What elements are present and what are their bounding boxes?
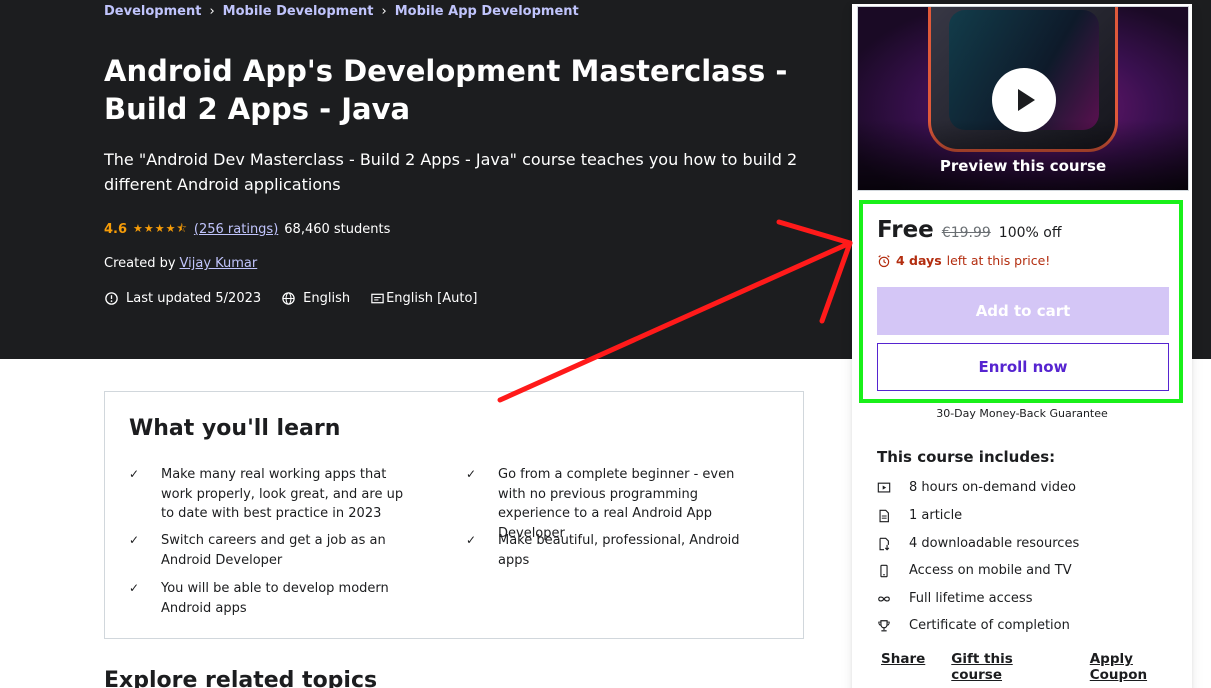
check-icon: ✓ bbox=[129, 467, 140, 481]
include-text: Access on mobile and TV bbox=[909, 563, 1072, 578]
ratings-count-link[interactable]: (256 ratings) bbox=[194, 222, 278, 237]
trophy-icon bbox=[878, 619, 890, 631]
course-preview[interactable]: Preview this course bbox=[857, 6, 1189, 191]
play-icon[interactable] bbox=[992, 68, 1056, 132]
rating-row: 4.6 ★★★★⯪ (256 ratings) 68,460 students bbox=[104, 220, 390, 239]
created-by: Created by Vijay Kumar bbox=[104, 256, 257, 271]
alert-badge-icon bbox=[105, 292, 118, 305]
include-item: 8 hours on-demand video bbox=[877, 480, 1076, 495]
gift-course-link[interactable]: Gift this course bbox=[951, 651, 1063, 683]
include-item: 4 downloadable resources bbox=[877, 536, 1079, 551]
check-icon: ✓ bbox=[466, 533, 477, 547]
breadcrumb-development[interactable]: Development bbox=[104, 4, 201, 19]
what-youll-learn-box: What you'll learn ✓ Make many real worki… bbox=[104, 391, 804, 639]
article-icon bbox=[879, 509, 889, 522]
breadcrumb-mobile-app-development[interactable]: Mobile App Development bbox=[395, 4, 579, 19]
download-icon bbox=[879, 537, 890, 550]
captions-icon bbox=[371, 293, 384, 304]
money-back-guarantee: 30-Day Money-Back Guarantee bbox=[936, 407, 1108, 420]
breadcrumb-mobile-development[interactable]: Mobile Development bbox=[223, 4, 374, 19]
share-link[interactable]: Share bbox=[881, 651, 925, 683]
learn-item-text: Switch careers and get a job as an Andro… bbox=[161, 533, 386, 568]
chevron-right-icon: › bbox=[381, 4, 387, 19]
include-text: Certificate of completion bbox=[909, 618, 1070, 633]
chevron-right-icon: › bbox=[209, 4, 215, 19]
star-rating-icon: ★★★★⯪ bbox=[133, 222, 188, 235]
check-icon: ✓ bbox=[466, 467, 477, 481]
include-item: Certificate of completion bbox=[877, 618, 1070, 633]
green-highlight-box bbox=[859, 200, 1183, 403]
students-count: 68,460 students bbox=[284, 222, 391, 237]
captions: English [Auto] bbox=[386, 291, 478, 306]
include-text: Full lifetime access bbox=[909, 591, 1033, 606]
rating-value: 4.6 bbox=[104, 222, 128, 237]
learn-heading: What you'll learn bbox=[129, 416, 341, 441]
infinity-icon bbox=[878, 595, 890, 602]
apply-coupon-link[interactable]: Apply Coupon bbox=[1090, 651, 1191, 683]
language: English bbox=[303, 291, 351, 306]
mobile-icon bbox=[880, 564, 888, 577]
include-text: 1 article bbox=[909, 508, 963, 523]
sidebar-links: Share Gift this course Apply Coupon bbox=[881, 651, 1191, 683]
course-title: Android App's Development Masterclass - … bbox=[104, 54, 788, 126]
learn-item-text: Make beautiful, professional, Android ap… bbox=[498, 533, 740, 568]
include-item: Full lifetime access bbox=[877, 591, 1032, 606]
globe-icon bbox=[282, 292, 295, 305]
video-icon bbox=[877, 482, 891, 493]
created-by-label: Created by bbox=[104, 256, 176, 271]
learn-item: ✓ You will be able to develop modern And… bbox=[129, 579, 419, 618]
include-text: 4 downloadable resources bbox=[909, 536, 1080, 551]
preview-label: Preview this course bbox=[939, 157, 1107, 175]
include-text: 8 hours on-demand video bbox=[909, 480, 1076, 495]
check-icon: ✓ bbox=[129, 533, 140, 547]
explore-related-topics-heading: Explore related topics bbox=[104, 668, 378, 688]
learn-item-text: Go from a complete beginner - even with … bbox=[498, 467, 735, 541]
course-meta: Last updated 5/2023 English English [Aut… bbox=[104, 291, 478, 306]
learn-item-text: You will be able to develop modern Andro… bbox=[161, 581, 389, 616]
learn-item: ✓ Switch careers and get a job as an And… bbox=[129, 531, 419, 570]
include-item: Access on mobile and TV bbox=[877, 563, 1072, 578]
learn-item: ✓ Make many real working apps that work … bbox=[129, 465, 419, 524]
include-item: 1 article bbox=[877, 508, 962, 523]
course-subtitle: The "Android Dev Masterclass - Build 2 A… bbox=[104, 150, 798, 194]
author-link[interactable]: Vijay Kumar bbox=[180, 256, 258, 271]
learn-item: ✓ Make beautiful, professional, Android … bbox=[466, 531, 756, 570]
learn-item-text: Make many real working apps that work pr… bbox=[161, 467, 404, 521]
breadcrumb: Development › Mobile Development › Mobil… bbox=[104, 4, 579, 19]
check-icon: ✓ bbox=[129, 581, 140, 595]
last-updated: Last updated 5/2023 bbox=[126, 291, 262, 306]
includes-title: This course includes: bbox=[877, 448, 1056, 466]
